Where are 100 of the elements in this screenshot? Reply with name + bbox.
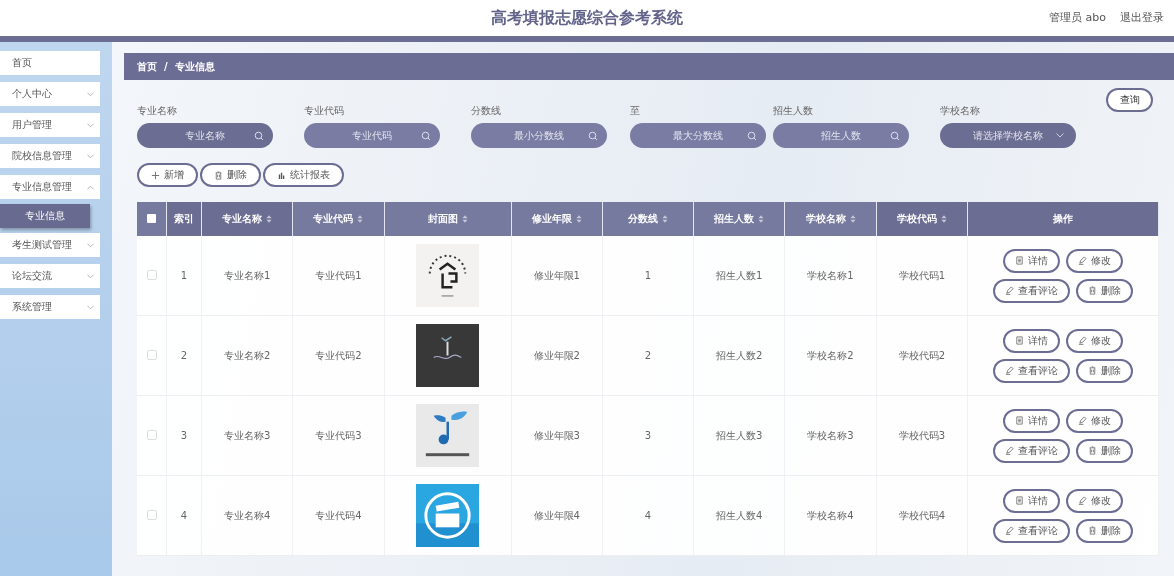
search-field[interactable]: 专业名称 <box>137 123 273 148</box>
action-button[interactable]: 删除 <box>1076 358 1133 383</box>
toolbar-button[interactable]: 统计报表 <box>263 163 344 187</box>
search-icon <box>588 130 598 141</box>
chevron-down-icon <box>87 304 94 310</box>
filter-label: 学校名称 <box>940 104 981 117</box>
table-cell: 专业代码1 <box>292 236 385 316</box>
query-button[interactable]: 查询 <box>1106 88 1153 112</box>
column-header[interactable]: 封面图 <box>384 202 512 236</box>
sort-icon <box>849 215 856 223</box>
table-cell: 修业年限4 <box>511 475 603 556</box>
table-cell: 4 <box>602 475 694 556</box>
column-header[interactable]: 分数线 <box>602 202 694 236</box>
select-field[interactable]: 请选择学校名称 <box>940 123 1076 148</box>
row-checkbox[interactable] <box>146 509 157 520</box>
table-cell: 招生人数1 <box>693 236 785 316</box>
document-icon <box>1015 336 1024 345</box>
filter-label: 招生人数 <box>773 104 814 117</box>
action-button[interactable]: 详情 <box>1003 488 1060 513</box>
pencil-icon <box>1005 286 1014 295</box>
action-button[interactable]: 修改 <box>1066 488 1123 513</box>
table-cell: 专业名称2 <box>201 315 293 396</box>
table-cell: 修业年限3 <box>511 395 603 476</box>
table-cell: 2 <box>166 315 202 396</box>
pencil-icon <box>1005 366 1014 375</box>
action-button[interactable]: 修改 <box>1066 328 1123 353</box>
table-cell: 学校代码3 <box>876 395 968 476</box>
table-cell: 专业代码4 <box>292 475 385 556</box>
sort-icon <box>461 215 468 223</box>
table-cell: 专业代码3 <box>292 395 385 476</box>
user-name: 管理员 abo <box>1049 10 1106 25</box>
action-button[interactable]: 删除 <box>1076 438 1133 463</box>
chevron-down-icon <box>87 122 94 128</box>
table-cell: 学校名称2 <box>784 315 877 396</box>
column-header[interactable]: 专业名称 <box>201 202 293 236</box>
table-cell: 招生人数4 <box>693 475 785 556</box>
column-header[interactable]: 专业代码 <box>292 202 385 236</box>
submenu-item[interactable]: 专业信息 <box>0 204 90 228</box>
action-button[interactable]: 详情 <box>1003 248 1060 273</box>
select-all-checkbox[interactable] <box>147 213 156 223</box>
menu-item[interactable]: 论坛交流 <box>0 264 100 288</box>
app-title: 高考填报志愿综合参考系统 <box>491 7 683 29</box>
menu-item[interactable]: 首页 <box>0 51 100 75</box>
row-checkbox[interactable] <box>146 269 157 280</box>
table-cell: 3 <box>166 395 202 476</box>
action-button[interactable]: 修改 <box>1066 248 1123 273</box>
toolbar-button[interactable]: 删除 <box>200 163 261 187</box>
action-button[interactable]: 查看评论 <box>993 438 1070 463</box>
chevron-down-icon <box>87 273 94 279</box>
sort-icon <box>758 215 765 223</box>
table-cell: 学校代码2 <box>876 315 968 396</box>
menu-item[interactable]: 考生测试管理 <box>0 233 100 257</box>
row-checkbox[interactable] <box>146 429 157 440</box>
search-icon <box>747 130 757 141</box>
table-cell: 专业代码2 <box>292 315 385 396</box>
trash-icon <box>214 170 223 180</box>
column-header: 操作 <box>967 202 1159 236</box>
chevron-up-icon <box>87 184 94 190</box>
column-header[interactable]: 学校名称 <box>784 202 877 236</box>
menu-item[interactable]: 专业信息管理 <box>0 175 100 199</box>
filter-label: 专业名称 <box>137 104 178 117</box>
menu-item[interactable]: 个人中心 <box>0 82 100 106</box>
action-button[interactable]: 修改 <box>1066 408 1123 433</box>
chevron-down-icon <box>87 91 94 97</box>
action-button[interactable]: 删除 <box>1076 518 1133 543</box>
pencil-icon <box>1078 336 1087 345</box>
menu-item[interactable]: 院校信息管理 <box>0 144 100 168</box>
document-icon <box>1015 416 1024 425</box>
action-button[interactable]: 详情 <box>1003 328 1060 353</box>
logout-link[interactable]: 退出登录 <box>1120 10 1164 25</box>
table-cell: 招生人数3 <box>693 395 785 476</box>
table-cell: 1 <box>602 236 694 316</box>
pencil-icon <box>1005 446 1014 455</box>
table-cell: 学校名称1 <box>784 236 877 316</box>
menu-item[interactable]: 用户管理 <box>0 113 100 137</box>
column-header[interactable]: 修业年限 <box>511 202 603 236</box>
search-icon <box>421 130 431 141</box>
filter-label: 分数线 <box>471 104 502 117</box>
action-button[interactable]: 查看评论 <box>993 518 1070 543</box>
pencil-icon <box>1078 496 1087 505</box>
toolbar-button[interactable]: 新增 <box>137 163 198 187</box>
action-button[interactable]: 删除 <box>1076 278 1133 303</box>
sort-icon <box>662 215 668 223</box>
action-button[interactable]: 查看评论 <box>993 278 1070 303</box>
trash-icon <box>1088 526 1097 535</box>
menu-item[interactable]: 系统管理 <box>0 295 100 319</box>
table-cell: 修业年限1 <box>511 236 603 316</box>
action-button[interactable]: 详情 <box>1003 408 1060 433</box>
column-header[interactable]: 学校代码 <box>876 202 968 236</box>
table-cell: 2 <box>602 315 694 396</box>
breadcrumb-item[interactable]: 首页 <box>137 59 157 74</box>
table-cell: 1 <box>166 236 202 316</box>
chevron-down-icon <box>1056 133 1064 138</box>
column-header[interactable]: 招生人数 <box>693 202 785 236</box>
action-button[interactable]: 查看评论 <box>993 358 1070 383</box>
sort-icon <box>575 215 582 223</box>
filter-label: 至 <box>630 104 641 117</box>
row-checkbox[interactable] <box>146 349 157 360</box>
trash-icon <box>1088 286 1097 295</box>
column-header: 索引 <box>166 202 202 236</box>
